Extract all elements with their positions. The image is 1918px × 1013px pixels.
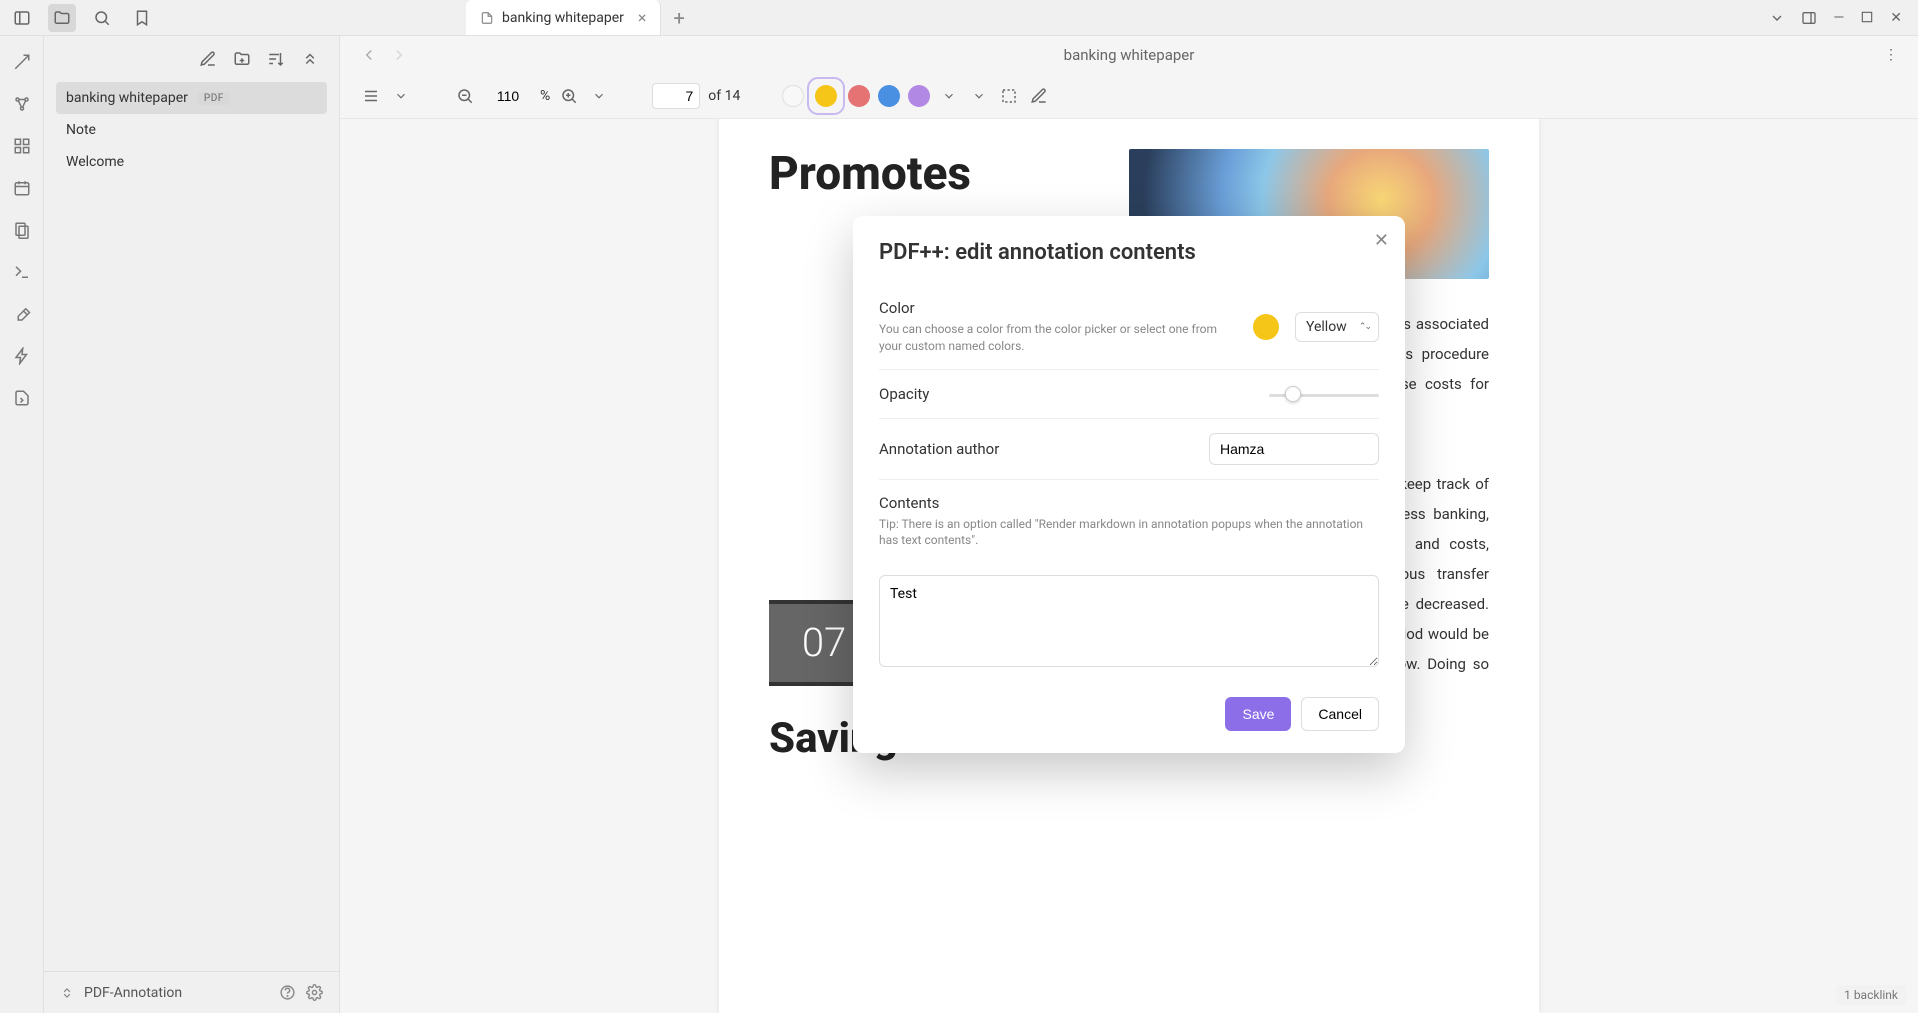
color-label: Color	[879, 299, 1237, 317]
file-sidebar: banking whitepaper PDF Note Welcome PDF-…	[44, 36, 340, 1013]
chevron-down-icon[interactable]	[1769, 10, 1785, 26]
settings-icon[interactable]	[306, 984, 323, 1001]
help-icon[interactable]	[279, 984, 296, 1001]
lightning-icon[interactable]	[10, 344, 34, 368]
collapse-icon[interactable]	[301, 50, 319, 68]
sort-icon[interactable]	[267, 50, 285, 68]
contents-hint: Tip: There is an option called "Render m…	[879, 516, 1379, 550]
edit-annotation-modal: ✕ PDF++: edit annotation contents Color …	[853, 216, 1405, 753]
expand-icon[interactable]	[60, 986, 74, 1000]
opacity-slider[interactable]	[1269, 384, 1379, 404]
left-rail	[0, 36, 44, 1013]
right-panel-toggle-icon[interactable]	[1801, 10, 1817, 26]
cancel-button[interactable]: Cancel	[1301, 697, 1379, 731]
command-icon[interactable]	[10, 260, 34, 284]
daily-note-icon[interactable]	[10, 176, 34, 200]
pdf-badge: PDF	[198, 92, 230, 105]
search-icon[interactable]	[88, 4, 116, 32]
maximize-icon[interactable]	[1860, 10, 1874, 26]
new-note-icon[interactable]	[199, 50, 217, 68]
document-icon	[480, 11, 494, 25]
file-label: Note	[66, 122, 96, 138]
canvas-icon[interactable]	[10, 134, 34, 158]
color-select[interactable]: Yellow	[1295, 312, 1379, 342]
save-button[interactable]: Save	[1225, 697, 1291, 731]
color-preview-swatch[interactable]	[1253, 314, 1279, 340]
graph-icon[interactable]	[10, 92, 34, 116]
vault-name: PDF-Annotation	[84, 985, 182, 1001]
bookmark-icon[interactable]	[128, 4, 156, 32]
highlighter-icon[interactable]	[10, 302, 34, 326]
templates-icon[interactable]	[10, 218, 34, 242]
quick-switcher-icon[interactable]	[10, 50, 34, 74]
app-bar: banking whitepaper × + — ✕	[0, 0, 1918, 36]
close-modal-icon[interactable]: ✕	[1374, 230, 1389, 251]
export-icon[interactable]	[10, 386, 34, 410]
file-item-banking-whitepaper[interactable]: banking whitepaper PDF	[56, 82, 327, 114]
contents-textarea[interactable]	[879, 575, 1379, 667]
opacity-label: Opacity	[879, 385, 1253, 403]
file-label: banking whitepaper	[66, 90, 188, 106]
author-label: Annotation author	[879, 440, 1193, 458]
modal-title: PDF++: edit annotation contents	[879, 240, 1379, 265]
contents-label: Contents	[879, 494, 1379, 512]
close-window-icon[interactable]: ✕	[1890, 10, 1902, 26]
file-label: Welcome	[66, 154, 124, 170]
files-icon[interactable]	[48, 4, 76, 32]
tab-banking-whitepaper[interactable]: banking whitepaper ×	[466, 0, 661, 35]
new-folder-icon[interactable]	[233, 50, 251, 68]
file-item-note[interactable]: Note	[56, 114, 327, 146]
modal-backdrop: ✕ PDF++: edit annotation contents Color …	[340, 36, 1918, 1013]
file-item-welcome[interactable]: Welcome	[56, 146, 327, 178]
color-hint: You can choose a color from the color pi…	[879, 321, 1237, 355]
author-input[interactable]	[1209, 433, 1379, 465]
minimize-icon[interactable]: —	[1833, 10, 1844, 26]
close-tab-icon[interactable]: ×	[638, 8, 647, 27]
new-tab-button[interactable]: +	[661, 6, 696, 30]
content-area: banking whitepaper ⋮ % of 14	[340, 36, 1918, 1013]
left-panel-toggle-icon[interactable]	[8, 4, 36, 32]
tab-label: banking whitepaper	[502, 10, 624, 26]
